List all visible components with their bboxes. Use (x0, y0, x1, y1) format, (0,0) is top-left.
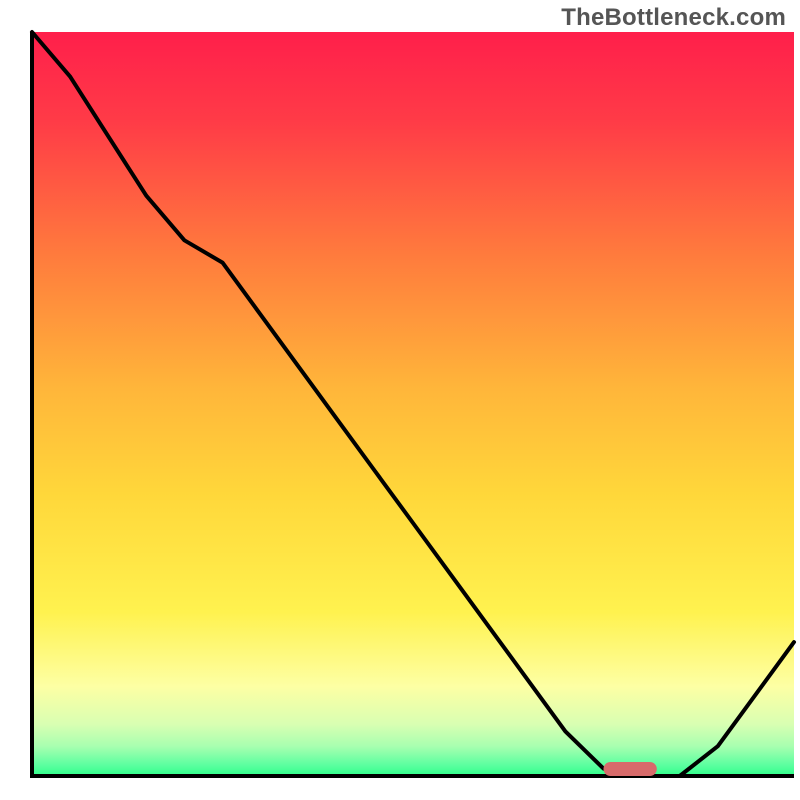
bottleneck-curve-chart (0, 0, 800, 800)
chart-container: TheBottleneck.com (0, 0, 800, 800)
optimum-marker (604, 762, 657, 776)
gradient-panel (32, 32, 794, 776)
watermark-text: TheBottleneck.com (561, 4, 786, 32)
